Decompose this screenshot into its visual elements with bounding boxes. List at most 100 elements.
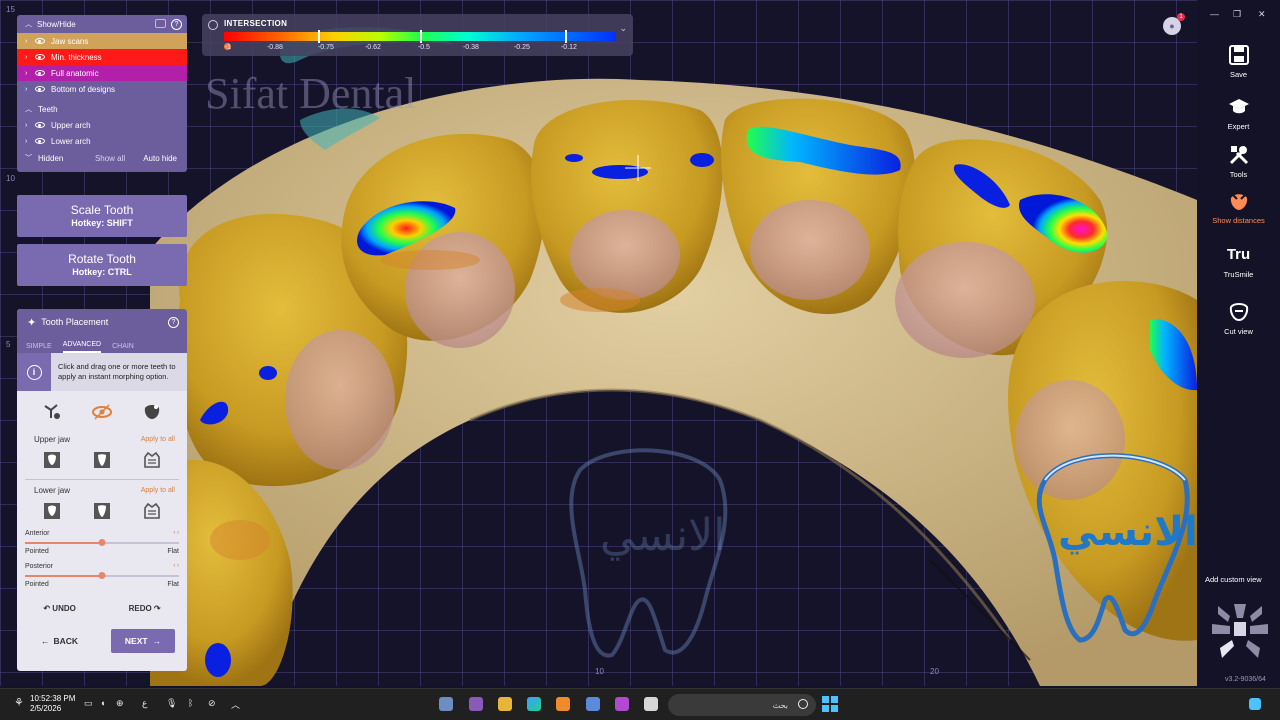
tab-advanced[interactable]: ADVANCED xyxy=(62,341,102,353)
layer-lower-arch[interactable]: › Lower arch xyxy=(17,133,187,149)
auto-hide-link[interactable]: Auto hide xyxy=(143,154,177,163)
eye-icon[interactable] xyxy=(35,122,45,128)
intersection-gradient xyxy=(224,30,616,43)
scale-tooth-button[interactable]: Scale Tooth Hotkey: SHIFT xyxy=(17,195,187,237)
tooth-morph-pointed-icon[interactable] xyxy=(91,449,113,471)
tab-chain[interactable]: CHAIN xyxy=(112,343,134,353)
redo-button[interactable]: REDO ↷ xyxy=(129,604,161,613)
layer-min-thickness[interactable]: › Min. thickness xyxy=(17,49,187,65)
tooth-morph-crown-icon[interactable] xyxy=(141,500,163,522)
teeth-section-header[interactable]: ︿ Teeth xyxy=(17,101,187,117)
store-icon[interactable] xyxy=(586,697,600,711)
show-all-link[interactable]: Show all xyxy=(95,154,125,163)
tooth-morph-square-icon[interactable] xyxy=(41,500,63,522)
show-hide-title: Show/Hide xyxy=(37,19,76,29)
watermark-top-text: Sifat Dental xyxy=(205,69,416,118)
minimize-icon[interactable]: — xyxy=(1210,9,1219,19)
eye-icon[interactable] xyxy=(35,86,45,92)
lower-apply-all-link[interactable]: Apply to all xyxy=(141,487,175,494)
eye-icon[interactable] xyxy=(35,138,45,144)
move-teeth-icon[interactable] xyxy=(41,401,63,423)
cut-view-button[interactable]: Cut view xyxy=(1197,301,1280,336)
redo-icon: ↷ xyxy=(151,603,161,613)
layer-full-anatomic[interactable]: › Full anatomic xyxy=(17,65,187,81)
posterior-label: Posterior xyxy=(25,563,54,570)
show-desktop-icon[interactable] xyxy=(1249,698,1261,710)
target-icon[interactable] xyxy=(208,20,218,30)
chevron-right-icon[interactable]: › xyxy=(25,54,35,61)
window-icon[interactable] xyxy=(644,697,658,711)
chevron-right-icon[interactable]: › xyxy=(25,70,35,77)
next-button[interactable]: NEXT → xyxy=(111,629,175,653)
show-hide-header[interactable]: ︿ Show/Hide ? xyxy=(17,15,187,33)
tooth-morph-pointed-icon[interactable] xyxy=(91,500,113,522)
tools-icon xyxy=(1229,146,1248,165)
exocad-app-icon[interactable] xyxy=(469,697,483,711)
slider-knob[interactable] xyxy=(98,572,106,579)
camera-off-icon[interactable]: ⊘ xyxy=(208,698,216,709)
exocad-app-icon[interactable] xyxy=(615,697,629,711)
layer-jaw-scans[interactable]: › Jaw scans xyxy=(17,33,187,49)
expert-button[interactable]: Expert xyxy=(1197,96,1280,131)
visibility-tool-icon[interactable] xyxy=(91,401,113,423)
app-icon[interactable] xyxy=(439,697,453,711)
screen-icon[interactable] xyxy=(155,18,166,28)
chevron-right-icon[interactable]: › xyxy=(25,86,35,93)
chevron-up-icon[interactable]: ︿ xyxy=(25,104,32,114)
search-placeholder: بحث xyxy=(772,700,788,710)
chevron-down-icon[interactable]: ⌄ xyxy=(619,23,627,34)
morph-tools-row xyxy=(17,397,187,427)
close-icon[interactable]: ✕ xyxy=(1258,9,1266,20)
chevron-right-icon[interactable]: › xyxy=(25,122,35,129)
edge-browser-icon[interactable] xyxy=(527,697,541,711)
watermark-bottom-arabic-right: الانسي xyxy=(1058,509,1197,555)
rotate-tooth-button[interactable]: Rotate Tooth Hotkey: CTRL xyxy=(17,244,187,286)
notifications-button[interactable]: ● 1 xyxy=(1163,13,1185,35)
help-icon[interactable]: ? xyxy=(171,18,182,30)
slider-knob[interactable] xyxy=(98,539,106,546)
layer-upper-arch[interactable]: › Upper arch xyxy=(17,117,187,133)
chevron-up-icon[interactable]: ︿ xyxy=(231,698,240,711)
eye-icon[interactable] xyxy=(35,54,45,60)
bluetooth-icon[interactable]: ᛒ xyxy=(188,698,193,708)
view-cube-icon[interactable] xyxy=(1210,600,1270,664)
posterior-track[interactable] xyxy=(25,572,179,579)
show-distances-button[interactable]: Show distances xyxy=(1197,190,1280,225)
tab-simple[interactable]: SIMPLE xyxy=(26,343,52,353)
slider-fill xyxy=(25,542,102,544)
taskbar-search[interactable]: بحث xyxy=(668,694,816,716)
app-icon[interactable] xyxy=(556,697,570,711)
volume-icon[interactable]: ◖ xyxy=(100,698,105,708)
tooth-morph-square-icon[interactable] xyxy=(41,449,63,471)
weather-icon[interactable]: ⚘ xyxy=(14,696,24,709)
upper-apply-all-link[interactable]: Apply to all xyxy=(141,436,175,443)
anterior-track[interactable] xyxy=(25,539,179,546)
language-indicator[interactable]: ع xyxy=(142,698,147,709)
network-icon[interactable]: ⊕ xyxy=(116,698,124,709)
battery-icon[interactable]: ▭ xyxy=(84,698,93,709)
undo-button[interactable]: ↶ UNDO xyxy=(43,604,76,613)
trusmile-button[interactable]: Tru TruSmile xyxy=(1197,244,1280,279)
file-explorer-icon[interactable] xyxy=(498,697,512,711)
chevron-right-icon[interactable]: › xyxy=(25,138,35,145)
upper-jaw-tools xyxy=(17,445,187,475)
eye-icon[interactable] xyxy=(35,38,45,44)
microphone-icon[interactable]: 🎙 xyxy=(166,698,177,709)
help-icon[interactable]: ? xyxy=(168,316,179,328)
layer-bottom-of-designs[interactable]: › Bottom of designs xyxy=(17,81,187,97)
arrow-left-icon: ← xyxy=(41,636,50,646)
system-clock[interactable]: 10:52:38 PM 2/5/2026 xyxy=(30,694,75,714)
cut-view-icon xyxy=(1229,303,1248,322)
add-custom-view-link[interactable]: Add custom view xyxy=(1205,575,1262,584)
back-button[interactable]: ← BACK xyxy=(29,636,78,646)
chevron-down-icon[interactable]: ﹀ xyxy=(25,153,32,163)
tooth-morph-crown-icon[interactable] xyxy=(141,449,163,471)
save-button[interactable]: Save xyxy=(1197,44,1280,79)
restore-icon[interactable]: ❐ xyxy=(1233,9,1241,20)
eye-icon[interactable] xyxy=(35,70,45,76)
tooth-shape-icon[interactable] xyxy=(141,401,163,423)
chevron-right-icon[interactable]: › xyxy=(25,38,35,45)
windows-start-icon[interactable] xyxy=(822,696,838,712)
chevron-up-icon[interactable]: ︿ xyxy=(25,19,32,29)
tools-button[interactable]: Tools xyxy=(1197,144,1280,179)
